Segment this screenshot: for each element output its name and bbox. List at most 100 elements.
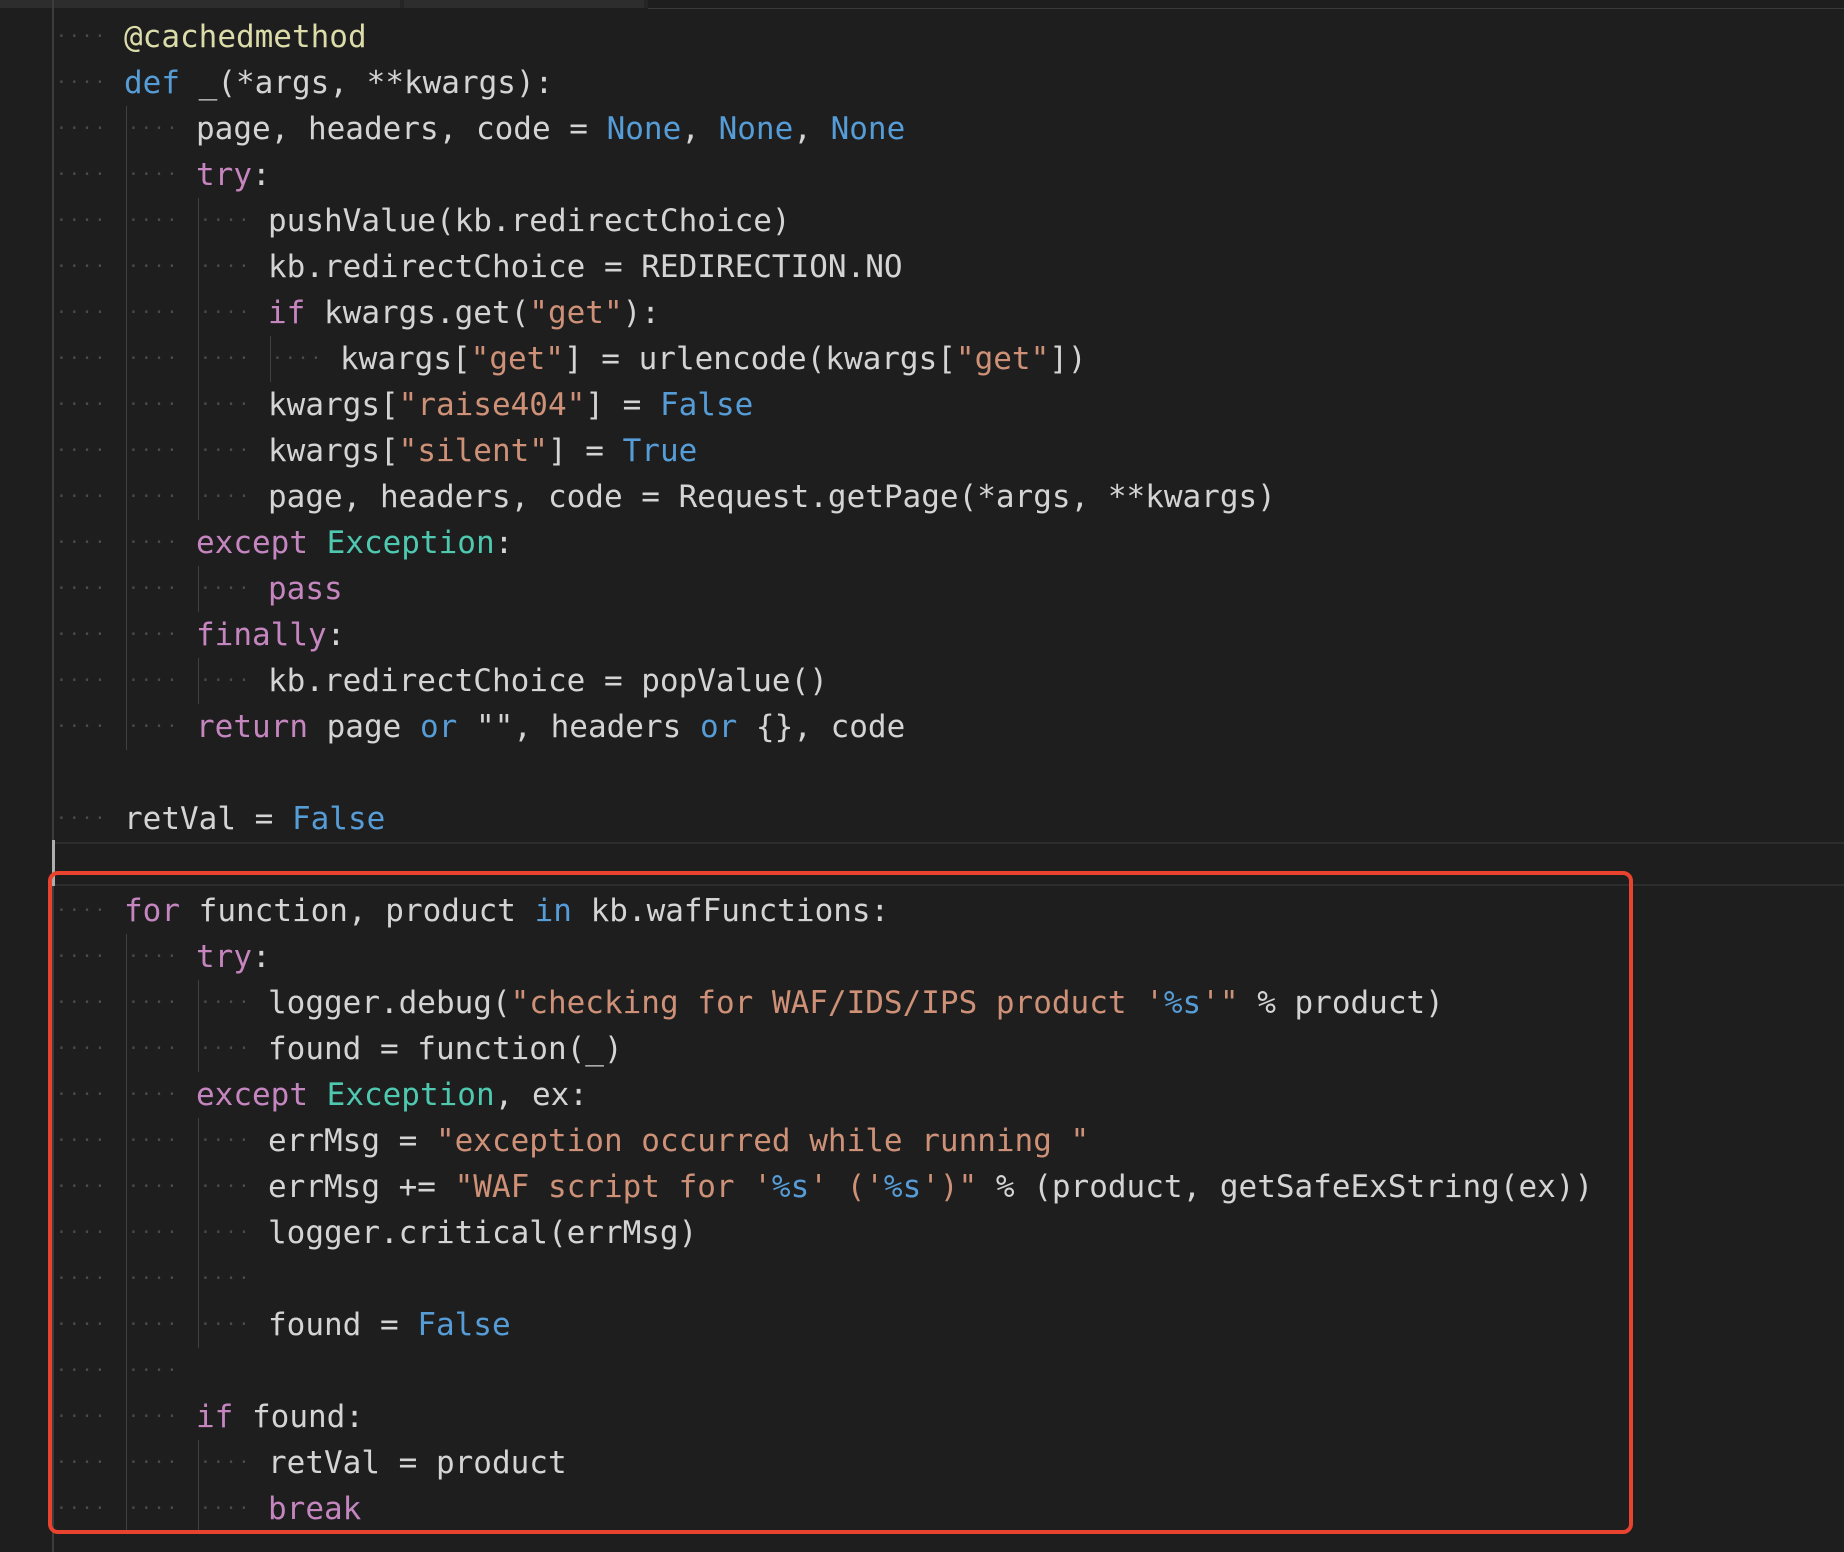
code-line[interactable]: ···· ···· ···· kwargs["raise404"] = False <box>0 382 1844 428</box>
code-line[interactable]: ···· ···· if found: <box>0 1394 1844 1440</box>
code-line[interactable]: ···· ···· ···· pass <box>0 566 1844 612</box>
code-token: ' (' <box>809 1169 884 1205</box>
code-line[interactable]: ···· retVal = False <box>0 796 1844 842</box>
code-area[interactable]: ···· @cachedmethod ···· def _(*args, **kwar… <box>0 14 1844 1532</box>
code-token: , <box>329 65 367 101</box>
code-line[interactable]: ···· ···· ···· break <box>0 1486 1844 1532</box>
code-token: page <box>307 709 420 745</box>
code-line[interactable]: ···· ···· ···· kb.redirectChoice = REDIRECT… <box>0 244 1844 290</box>
code-line-text: pushValue(kb.redirectChoice) <box>268 198 791 244</box>
whitespace-marker: ···· <box>128 118 180 139</box>
whitespace-marker: ···· <box>128 1038 180 1059</box>
code-editor[interactable]: ···· @cachedmethod ···· def _(*args, **kwar… <box>0 0 1844 1552</box>
code-line[interactable]: ···· ···· ···· logger.debug("checking for W… <box>0 980 1844 1026</box>
whitespace-marker: ···· <box>56 1130 108 1151</box>
code-token: %s <box>883 1169 922 1205</box>
code-line[interactable]: ···· ···· ···· page, headers, code = Reques… <box>0 474 1844 520</box>
code-line[interactable]: ···· ···· ···· logger.critical(errMsg) <box>0 1210 1844 1256</box>
code-token: True <box>622 433 698 469</box>
whitespace-marker: ···· <box>56 1314 108 1335</box>
code-token: %s <box>771 1169 810 1205</box>
code-line[interactable]: ···· def _(*args, **kwargs): <box>0 60 1844 106</box>
code-line[interactable]: ···· ···· return page or "", headers or {}… <box>0 704 1844 750</box>
indent-guide <box>198 244 199 290</box>
code-line[interactable]: ···· @cachedmethod <box>0 14 1844 60</box>
code-line[interactable]: ···· ···· ···· kwargs["silent"] = True <box>0 428 1844 474</box>
whitespace-marker: ···· <box>56 302 108 323</box>
code-line-text: kwargs["raise404"] = False <box>268 382 753 428</box>
code-line[interactable] <box>0 842 1844 888</box>
tab-1[interactable] <box>0 0 400 8</box>
code-line[interactable]: ···· ···· ···· found = function(_) <box>0 1026 1844 1072</box>
whitespace-marker: ···· <box>56 1452 108 1473</box>
code-line[interactable]: ···· ···· ···· kb.redirectChoice = popValue… <box>0 658 1844 704</box>
code-line[interactable]: ···· for function, product in kb.wafFunct… <box>0 888 1844 934</box>
code-line[interactable]: ···· ···· ···· errMsg = "exception occurred… <box>0 1118 1844 1164</box>
code-line[interactable]: ···· ···· <box>0 1348 1844 1394</box>
whitespace-marker: ···· <box>56 1498 108 1519</box>
code-token: : <box>252 157 271 193</box>
code-line-text: found = function(_) <box>268 1026 623 1072</box>
code-token: ] = <box>547 433 623 469</box>
code-line-text: try: <box>196 934 271 980</box>
code-line-text: except Exception, ex: <box>196 1072 588 1118</box>
code-line[interactable] <box>0 750 1844 796</box>
code-line[interactable]: ···· ···· ···· if kwargs.get("get"): <box>0 290 1844 336</box>
indent-guide <box>198 382 199 428</box>
code-line-text: @cachedmethod <box>124 14 367 60</box>
whitespace-marker: ···· <box>128 256 180 277</box>
code-token: break <box>268 1491 362 1527</box>
whitespace-marker: ···· <box>200 440 252 461</box>
code-token: Exception <box>326 525 495 561</box>
code-line[interactable]: ···· ···· page, headers, code = None, None… <box>0 106 1844 152</box>
whitespace-marker: ···· <box>56 578 108 599</box>
code-token: : <box>252 939 271 975</box>
code-line[interactable]: ···· ···· finally: <box>0 612 1844 658</box>
whitespace-marker: ···· <box>56 1406 108 1427</box>
indent-guide <box>198 336 199 382</box>
code-line[interactable]: ···· ···· ···· errMsg += "WAF script for '%… <box>0 1164 1844 1210</box>
code-token: ] = urlencode(kwargs[ <box>563 341 956 377</box>
whitespace-marker: ···· <box>56 256 108 277</box>
code-line[interactable]: ···· ···· ···· pushValue(kb.redirectChoice) <box>0 198 1844 244</box>
indent-guide <box>198 980 199 1026</box>
code-line-text: for function, product in kb.wafFunctions… <box>124 888 889 934</box>
code-line-text: page, headers, code = Request.getPage(*a… <box>268 474 1276 520</box>
code-token: errMsg = <box>268 1123 436 1159</box>
indent-guide <box>126 1348 127 1394</box>
indent-guide <box>126 474 127 520</box>
code-token: {}, code <box>737 709 906 745</box>
tab-2[interactable] <box>404 0 644 8</box>
code-token: "WAF script for ' <box>454 1169 772 1205</box>
code-token: % (product, getSafeExString(ex)) <box>977 1169 1594 1205</box>
code-line[interactable]: ···· ···· ···· found = False <box>0 1302 1844 1348</box>
code-token: if <box>196 1399 234 1435</box>
code-token: None <box>606 111 682 147</box>
tab-3-active[interactable] <box>648 0 1844 9</box>
code-token: False <box>659 387 754 423</box>
code-token: errMsg += <box>268 1169 455 1205</box>
code-line[interactable]: ···· ···· try: <box>0 934 1844 980</box>
code-token: : <box>326 617 346 653</box>
code-token: @cachedmethod <box>124 19 367 55</box>
code-token: try <box>196 157 252 193</box>
code-line[interactable]: ···· ···· try: <box>0 152 1844 198</box>
indent-guide <box>198 1118 199 1164</box>
whitespace-marker: ···· <box>56 1360 108 1381</box>
code-line[interactable]: ···· ···· ···· ···· kwargs["get"] = urlencod… <box>0 336 1844 382</box>
whitespace-marker: ···· <box>56 118 108 139</box>
whitespace-marker: ···· <box>128 1268 180 1289</box>
code-line[interactable]: ···· ···· ···· <box>0 1256 1844 1302</box>
whitespace-marker: ···· <box>56 26 108 47</box>
indent-guide <box>198 1026 199 1072</box>
whitespace-marker: ···· <box>56 1038 108 1059</box>
whitespace-marker: ···· <box>128 578 180 599</box>
code-token: logger.critical(errMsg) <box>268 1215 698 1251</box>
code-token: '" <box>1201 985 1239 1021</box>
code-token: ')" <box>921 1169 978 1205</box>
code-line[interactable]: ···· ···· ···· retVal = product <box>0 1440 1844 1486</box>
code-line[interactable]: ···· ···· except Exception, ex: <box>0 1072 1844 1118</box>
code-line[interactable]: ···· ···· except Exception: <box>0 520 1844 566</box>
